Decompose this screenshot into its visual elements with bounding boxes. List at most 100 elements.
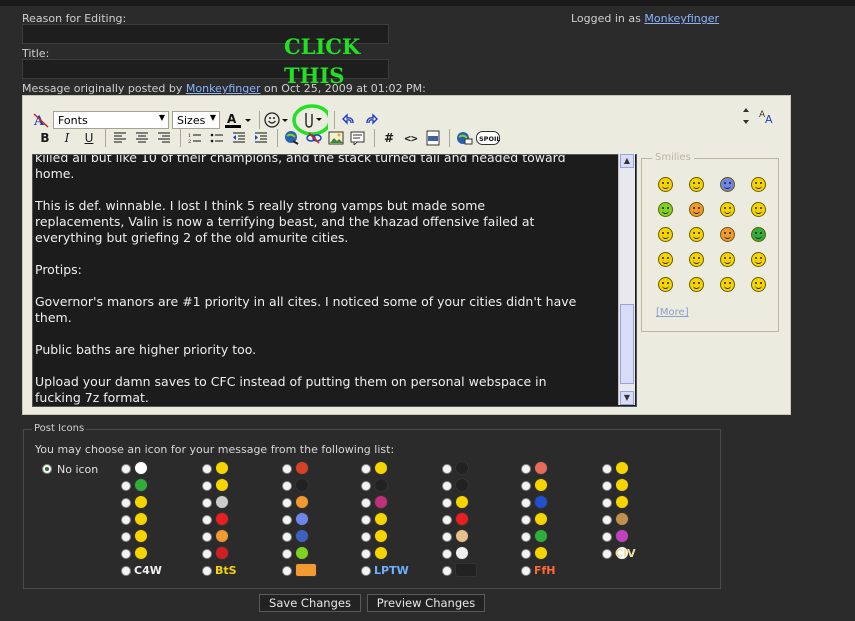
align-left-icon[interactable] (110, 128, 130, 148)
redo-icon[interactable] (361, 110, 381, 130)
remove-format-icon[interactable]: A (31, 110, 51, 130)
unlink-icon[interactable] (304, 128, 324, 148)
smilie-icon[interactable] (689, 202, 704, 217)
post-icon-radio[interactable] (442, 566, 452, 576)
ordered-list-icon[interactable]: 12 (185, 128, 205, 148)
post-icon-radio[interactable] (361, 481, 371, 491)
unordered-list-icon[interactable] (207, 128, 227, 148)
post-icon-radio[interactable] (442, 515, 452, 525)
no-icon-radio[interactable] (42, 464, 52, 474)
username-link[interactable]: Monkeyfinger (644, 12, 719, 25)
post-icon-radio[interactable] (361, 464, 371, 474)
smilie-icon[interactable] (689, 277, 704, 292)
post-icon-radio[interactable] (121, 532, 131, 542)
smilie-icon[interactable] (658, 177, 673, 192)
spoiler-button[interactable]: SPOIL (476, 128, 500, 148)
post-icon-radio[interactable] (121, 549, 131, 559)
post-icon-radio[interactable] (602, 532, 612, 542)
post-icon-radio[interactable] (602, 515, 612, 525)
smilie-icon[interactable] (689, 177, 704, 192)
font-color-icon[interactable]: A (223, 110, 253, 130)
post-icon-radio[interactable] (521, 566, 531, 576)
insert-link-icon[interactable] (282, 128, 302, 148)
post-icon-radio[interactable] (442, 498, 452, 508)
post-icon-radio[interactable] (602, 549, 612, 559)
italic-button[interactable]: I (57, 128, 77, 148)
toggle-mode-icon[interactable]: AA (758, 106, 778, 126)
quote-icon[interactable] (348, 128, 368, 148)
smilie-icon[interactable] (689, 227, 704, 242)
post-icon-radio[interactable] (202, 549, 212, 559)
post-icon-radio[interactable] (282, 498, 292, 508)
smilie-icon[interactable] (751, 252, 766, 267)
preview-changes-button[interactable]: Preview Changes (367, 594, 485, 612)
smilie-icon[interactable] (720, 202, 735, 217)
smilie-icon[interactable] (658, 252, 673, 267)
smilie-icon[interactable] (658, 277, 673, 292)
post-icon-radio[interactable] (442, 464, 452, 474)
post-icon-radio[interactable] (282, 515, 292, 525)
post-icon-radio[interactable] (121, 498, 131, 508)
smilie-menu-icon[interactable] (264, 110, 290, 130)
post-icon-radio[interactable] (521, 532, 531, 542)
smilie-icon[interactable] (720, 252, 735, 267)
smilie-icon[interactable] (751, 202, 766, 217)
smilie-icon[interactable] (658, 227, 673, 242)
post-icon-radio[interactable] (202, 532, 212, 542)
post-icon-radio[interactable] (202, 464, 212, 474)
post-icon-radio[interactable] (521, 481, 531, 491)
smilie-icon[interactable] (751, 177, 766, 192)
post-icon-radio[interactable] (361, 498, 371, 508)
post-icon-radio[interactable] (121, 481, 131, 491)
post-icon-radio[interactable] (202, 566, 212, 576)
smilie-icon[interactable] (658, 202, 673, 217)
align-center-icon[interactable] (132, 128, 152, 148)
size-select[interactable]: Sizes ▼ (172, 111, 220, 129)
post-icon-radio[interactable] (361, 532, 371, 542)
post-icon-radio[interactable] (202, 481, 212, 491)
smilie-icon[interactable] (751, 227, 766, 242)
code-button[interactable]: # (379, 128, 399, 148)
post-icon-radio[interactable] (361, 515, 371, 525)
message-scrollbar[interactable]: ▲ ▼ (618, 154, 635, 405)
post-icon-radio[interactable] (282, 532, 292, 542)
font-select[interactable]: Fonts ▼ (53, 111, 169, 129)
post-icon-radio[interactable] (602, 481, 612, 491)
post-icon-radio[interactable] (602, 498, 612, 508)
post-icon-radio[interactable] (442, 481, 452, 491)
post-icon-radio[interactable] (121, 464, 131, 474)
post-icon-radio[interactable] (282, 464, 292, 474)
post-icon-radio[interactable] (282, 549, 292, 559)
post-icon-radio[interactable] (521, 498, 531, 508)
post-icon-radio[interactable] (442, 549, 452, 559)
post-icon-radio[interactable] (202, 498, 212, 508)
smilie-icon[interactable] (720, 177, 735, 192)
post-icon-radio[interactable] (121, 566, 131, 576)
message-textarea[interactable]: killed all but like 10 of their champion… (32, 154, 637, 407)
post-icon-radio[interactable] (521, 464, 531, 474)
underline-button[interactable]: U (79, 128, 99, 148)
post-icon-radio[interactable] (282, 481, 292, 491)
bold-button[interactable]: B (35, 128, 55, 148)
email-link-icon[interactable] (454, 128, 474, 148)
scroll-thumb[interactable] (620, 304, 634, 384)
php-icon[interactable] (423, 128, 443, 148)
orig-author-link[interactable]: Monkeyfinger (186, 82, 261, 95)
scroll-up-arrow[interactable]: ▲ (620, 154, 634, 168)
indent-icon[interactable] (251, 128, 271, 148)
resize-arrows-icon[interactable] (736, 106, 756, 126)
post-icon-radio[interactable] (361, 566, 371, 576)
insert-image-icon[interactable] (326, 128, 346, 148)
smilie-icon[interactable] (720, 277, 735, 292)
post-icon-radio[interactable] (521, 515, 531, 525)
undo-icon[interactable] (339, 110, 359, 130)
smilie-icon[interactable] (689, 252, 704, 267)
save-changes-button[interactable]: Save Changes (259, 594, 361, 612)
smilie-icon[interactable] (751, 277, 766, 292)
align-right-icon[interactable] (154, 128, 174, 148)
post-icon-radio[interactable] (202, 515, 212, 525)
post-icon-radio[interactable] (521, 549, 531, 559)
html-button[interactable]: <> (401, 128, 421, 148)
more-smilies-link[interactable]: [More] (656, 307, 689, 318)
post-icon-radio[interactable] (602, 464, 612, 474)
